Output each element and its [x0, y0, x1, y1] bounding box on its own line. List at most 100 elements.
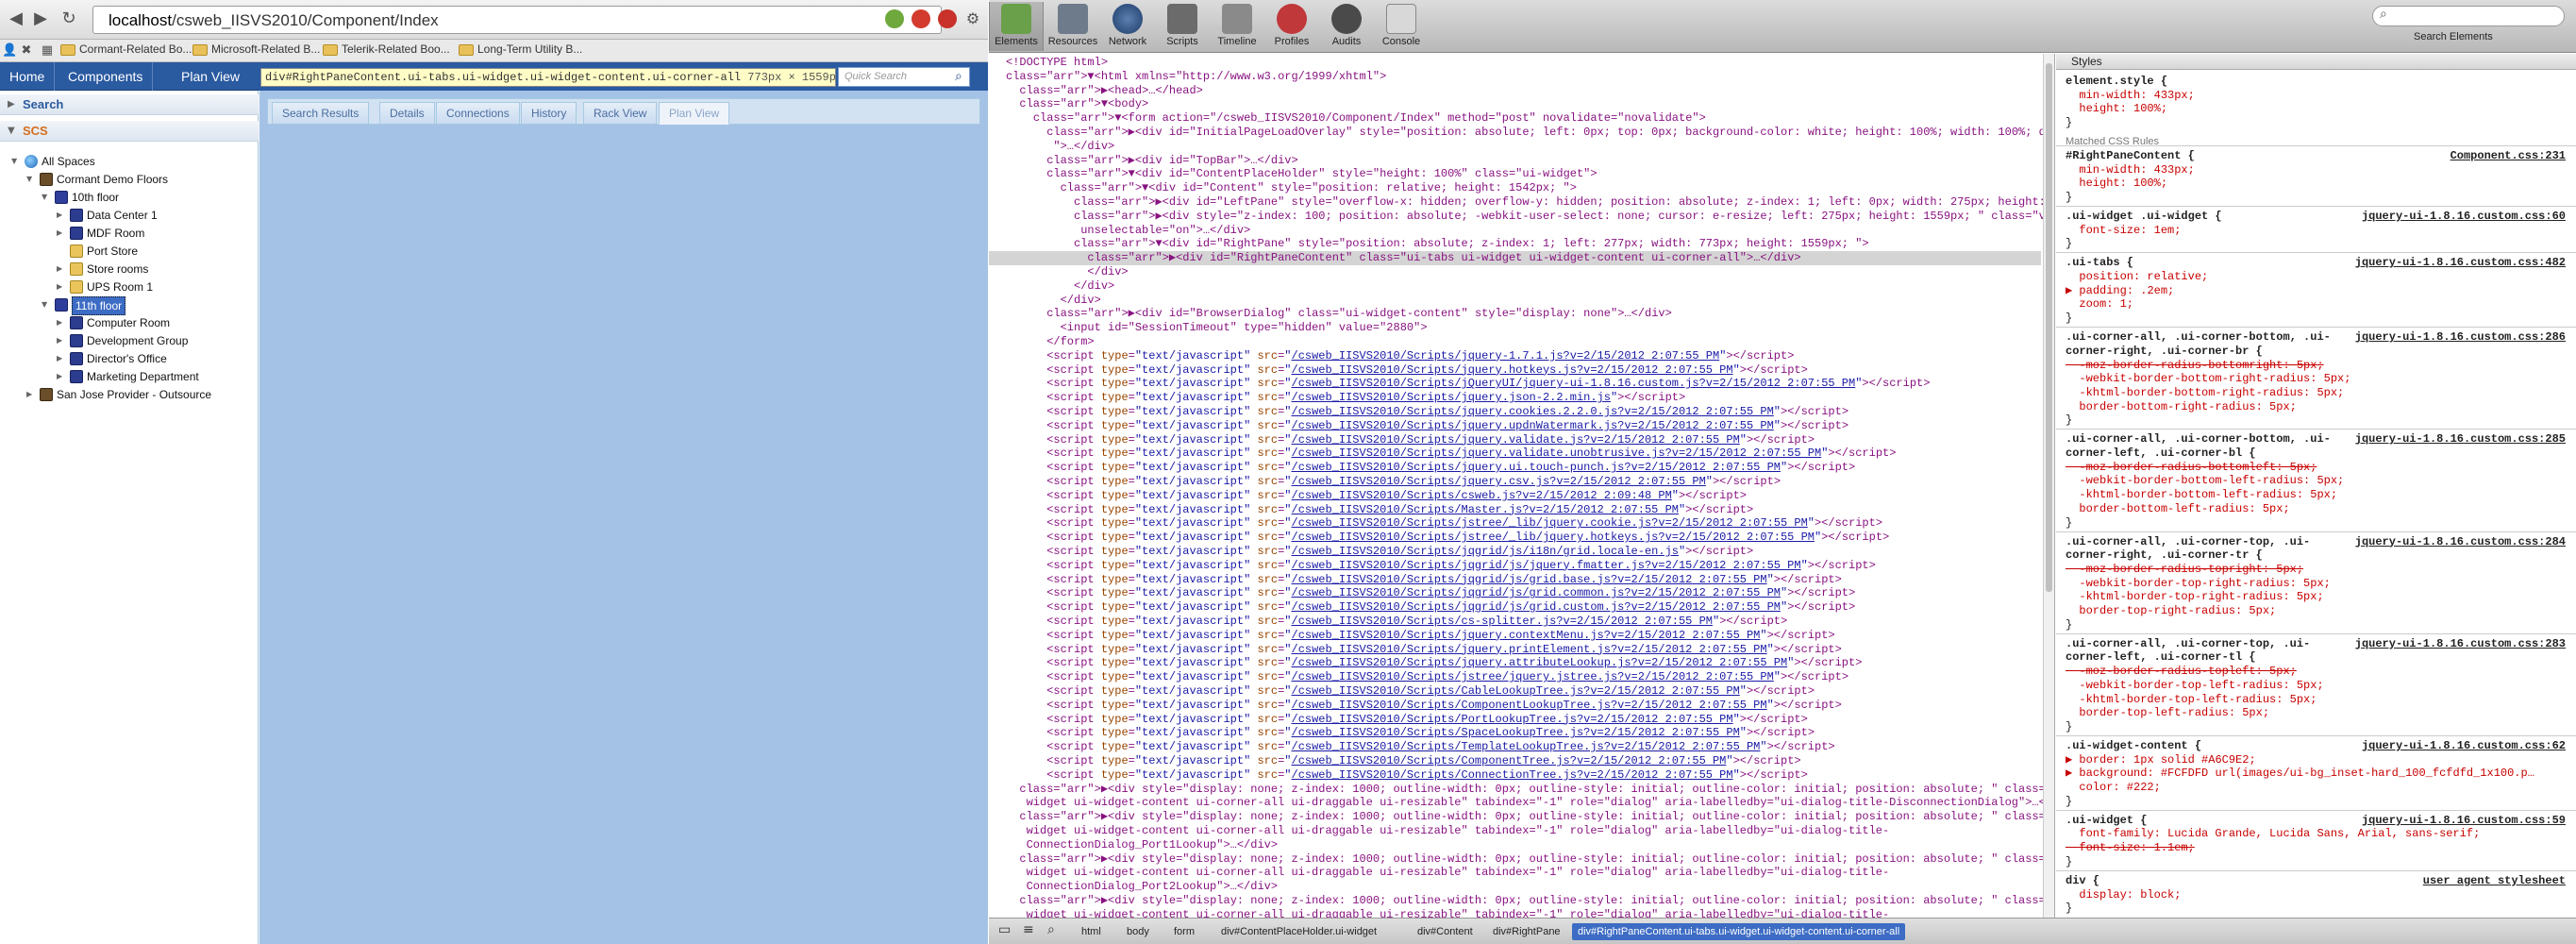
bookmark-folder[interactable]: Microsoft-Related B... [191, 42, 320, 59]
tab-details[interactable]: Details [379, 102, 435, 125]
nav-home[interactable]: Home [0, 62, 56, 91]
dom-node[interactable]: </form> [989, 335, 2041, 349]
css-property[interactable]: min-width: 433px; [2066, 163, 2566, 177]
css-property[interactable]: border-top-right-radius: 5px; [2066, 604, 2566, 617]
script-tag[interactable]: <script type="text/javascript" src="/csw… [989, 643, 2041, 657]
dom-node[interactable]: class="arr">▼<div id="Content" style="po… [989, 181, 2041, 195]
css-property[interactable]: display: block; [2066, 888, 2566, 902]
extension-icon[interactable] [912, 9, 930, 28]
script-tag[interactable]: <script type="text/javascript" src="/csw… [989, 615, 2041, 629]
devtools-resources-button[interactable]: Resources [1045, 2, 1100, 51]
css-property[interactable]: min-width: 433px; [2066, 89, 2566, 102]
script-tag[interactable]: <script type="text/javascript" src="/csw… [989, 391, 2041, 405]
css-source-link[interactable]: user agent stylesheet [2423, 874, 2566, 887]
sidebar-section-scs[interactable]: ▼ SCS [0, 121, 259, 142]
script-tag[interactable]: <script type="text/javascript" src="/csw… [989, 713, 2041, 727]
dom-node[interactable]: unselectable="on">…</div> [989, 224, 2041, 238]
scrollbar-thumb[interactable] [2046, 63, 2052, 592]
styles-header[interactable]: Styles [2056, 54, 2576, 70]
css-property[interactable]: ▶ background: #FCFDFD url(images/ui-bg_i… [2066, 767, 2566, 780]
dom-node[interactable]: class="arr">▶<div style="display: none; … [989, 852, 2054, 867]
css-source-link[interactable]: jquery-ui-1.8.16.custom.css:482 [2355, 256, 2566, 269]
script-tag[interactable]: <script type="text/javascript" src="/csw… [989, 405, 2041, 419]
css-source-link[interactable]: jquery-ui-1.8.16.custom.css:286 [2355, 330, 2566, 344]
search-elements-input[interactable] [2372, 6, 2565, 26]
dom-node[interactable]: widget ui-widget-content ui-corner-all u… [989, 866, 2041, 880]
css-property[interactable]: -khtml-border-top-left-radius: 5px; [2066, 693, 2566, 706]
css-property[interactable]: -moz-border-radius-topright: 5px; [2066, 563, 2566, 576]
nav-plan-view[interactable]: Plan View [172, 62, 249, 91]
script-tag[interactable]: <script type="text/javascript" src="/csw… [989, 656, 2041, 670]
breadcrumb-item[interactable]: html [1076, 923, 1107, 940]
forward-icon[interactable]: ▶ [28, 6, 53, 32]
bookmark-folder[interactable]: Telerik-Related Boo... [321, 42, 450, 59]
script-tag[interactable]: <script type="text/javascript" src="/csw… [989, 363, 2041, 378]
script-tag[interactable]: <script type="text/javascript" src="/csw… [989, 545, 2041, 559]
dom-node[interactable]: ConnectionDialog_Port2Lookup">…</div> [989, 880, 2041, 894]
chevron-right-icon[interactable]: ▶ [26, 386, 36, 403]
script-tag[interactable]: <script type="text/javascript" src="/csw… [989, 600, 2041, 615]
dom-node[interactable]: </div> [989, 279, 2041, 294]
chevron-right-icon[interactable]: ▶ [57, 225, 66, 242]
breadcrumb-item[interactable]: body [1121, 923, 1155, 940]
dom-node[interactable]: </div> [989, 294, 2041, 308]
script-tag[interactable]: <script type="text/javascript" src="/csw… [989, 516, 2041, 531]
chevron-right-icon[interactable]: ▶ [57, 350, 66, 367]
script-tag[interactable]: <script type="text/javascript" src="/csw… [989, 684, 2041, 699]
css-property[interactable]: zoom: 1; [2066, 297, 2566, 311]
dom-node[interactable]: ">…</div> [989, 140, 2041, 154]
script-tag[interactable]: <script type="text/javascript" src="/csw… [989, 573, 2041, 587]
breadcrumb-item[interactable]: div#RightPaneContent.ui-tabs.ui-widget.u… [1572, 923, 1906, 940]
script-tag[interactable]: <script type="text/javascript" src="/csw… [989, 349, 2041, 363]
extension-icon[interactable] [938, 9, 957, 28]
css-property[interactable]: border-bottom-left-radius: 5px; [2066, 502, 2566, 515]
css-property[interactable]: position: relative; [2066, 270, 2566, 283]
chevron-right-icon[interactable]: ▶ [57, 314, 66, 331]
dom-node[interactable]: class="arr">▼<div id="RightPane" style="… [989, 237, 2041, 251]
css-property[interactable]: font-family: Lucida Grande, Lucida Sans,… [2066, 827, 2566, 840]
css-property[interactable]: -moz-border-radius-bottomright: 5px; [2066, 359, 2566, 372]
chevron-down-icon[interactable]: ▼ [42, 189, 51, 206]
quick-search-input[interactable]: Quick Search [838, 67, 970, 87]
script-tag[interactable]: <script type="text/javascript" src="/csw… [989, 419, 2041, 433]
script-tag[interactable]: <script type="text/javascript" src="/csw… [989, 531, 2041, 545]
reload-icon[interactable]: ↻ [57, 6, 81, 32]
script-tag[interactable]: <script type="text/javascript" src="/csw… [989, 559, 2041, 573]
css-property[interactable]: color: #222; [2066, 781, 2566, 794]
css-property[interactable]: border-top-left-radius: 5px; [2066, 706, 2566, 719]
css-source-link[interactable]: jquery-ui-1.8.16.custom.css:285 [2355, 432, 2566, 446]
breadcrumb-item[interactable]: div#ContentPlaceHolder.ui-widget [1215, 923, 1382, 940]
css-source-link[interactable]: jquery-ui-1.8.16.custom.css:59 [2362, 814, 2566, 827]
extension-icon[interactable] [885, 9, 904, 28]
sidebar-section-search[interactable]: ▶ Search [0, 94, 259, 115]
devtools-console-button[interactable]: Console [1374, 2, 1429, 51]
dom-node[interactable]: ConnectionDialog_Port1Lookup">…</div> [989, 838, 2041, 852]
script-tag[interactable]: <script type="text/javascript" src="/csw… [989, 377, 2041, 391]
devtools-network-button[interactable]: Network [1100, 2, 1155, 51]
tab-search-results[interactable]: Search Results [272, 102, 370, 125]
chevron-right-icon[interactable]: ▶ [57, 278, 66, 295]
css-property[interactable]: font-size: 1em; [2066, 224, 2566, 237]
dom-node[interactable]: widget ui-widget-content ui-corner-all u… [989, 824, 2041, 838]
address-bar[interactable]: localhost/csweb_IISVS2010/Component/Inde… [92, 6, 942, 34]
wrench-icon[interactable]: ⚙ [961, 6, 985, 32]
css-property[interactable]: -khtml-border-top-right-radius: 5px; [2066, 590, 2566, 603]
console-toggle-icon[interactable]: ≡ [1023, 922, 1034, 937]
script-tag[interactable]: <script type="text/javascript" src="/csw… [989, 433, 2041, 447]
elements-scrollbar[interactable] [2043, 54, 2054, 918]
css-property[interactable]: height: 100%; [2066, 102, 2566, 115]
css-property[interactable]: -moz-border-radius-bottomleft: 5px; [2066, 461, 2566, 474]
chevron-down-icon[interactable]: ▼ [26, 171, 36, 188]
css-property[interactable]: height: 100%; [2066, 177, 2566, 190]
devtools-elements-button[interactable]: Elements [989, 2, 1044, 51]
script-tag[interactable]: <script type="text/javascript" src="/csw… [989, 475, 2041, 489]
breadcrumb-item[interactable]: div#Content [1412, 923, 1479, 940]
dom-node[interactable]: widget ui-widget-content ui-corner-all u… [989, 908, 2041, 918]
devtools-profiles-button[interactable]: Profiles [1264, 2, 1319, 51]
css-property[interactable]: -webkit-border-top-left-radius: 5px; [2066, 679, 2566, 692]
dom-node[interactable]: class="arr">▼<body> [989, 97, 2041, 111]
script-tag[interactable]: <script type="text/javascript" src="/csw… [989, 768, 2041, 783]
dom-node[interactable]: class="arr">▼<form action="/csweb_IISVS2… [989, 111, 2041, 126]
search-icon[interactable]: ⌕ [955, 69, 962, 84]
css-property[interactable]: -webkit-border-bottom-right-radius: 5px; [2066, 372, 2566, 385]
